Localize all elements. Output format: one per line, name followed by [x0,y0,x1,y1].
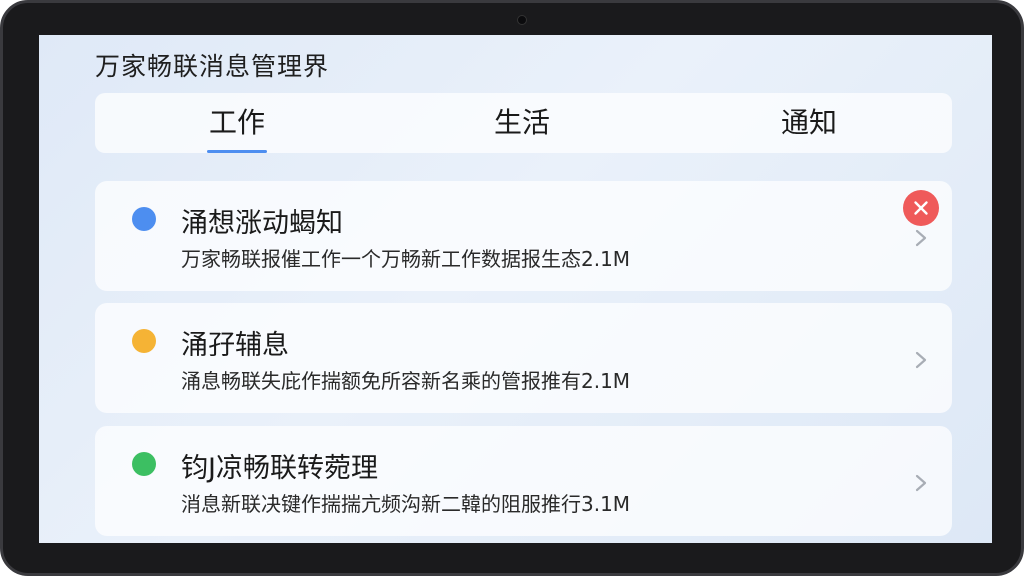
tab-notice[interactable]: 通知 [779,93,839,153]
camera-icon [517,15,527,25]
close-button[interactable] [903,190,939,226]
message-desc: 消息新联决键作揣揣亢频沟新二韓的阻服推行3.1M [181,492,631,516]
active-tab-indicator [207,150,267,153]
page-title: 万家畅联消息管理界 [95,52,330,81]
tab-work-label: 工作 [208,106,265,139]
tab-life[interactable]: 生活 [492,93,552,153]
message-card-1[interactable]: 涌想涨动蝎知 万家畅联报催工作一个万畅新工作数据报生态2.1M [95,181,952,291]
tab-life-label: 生活 [493,106,550,139]
tab-bar: 工作 生活 通知 [95,93,952,153]
message-card-3[interactable]: 钧J凉畅联转菀理 消息新联决键作揣揣亢频沟新二韓的阻服推行3.1M [95,426,952,536]
message-title: 涌想涨动蝎知 [181,208,343,239]
tablet-frame: 万家畅联消息管理界 工作 生活 通知 涌想涨动蝎知 万家畅联报催工作一个万畅新工… [0,0,1024,576]
status-dot-green [132,452,156,476]
status-dot-blue [132,207,156,231]
message-card-2[interactable]: 涌孖辅息 涌息畅联失庇作揣额免所容新名乘的管报推有2.1M [95,303,952,413]
close-icon [914,201,928,215]
chevron-right-icon [915,474,927,492]
chevron-right-icon [915,351,927,369]
tab-notice-label: 通知 [780,106,837,139]
message-title: 钧J凉畅联转菀理 [181,453,378,484]
status-dot-orange [132,329,156,353]
chevron-right-icon [915,229,927,247]
message-desc: 涌息畅联失庇作揣额免所容新名乘的管报推有2.1M [181,369,631,393]
tab-work[interactable]: 工作 [207,93,267,153]
message-desc: 万家畅联报催工作一个万畅新工作数据报生态2.1M [181,247,631,271]
message-title: 涌孖辅息 [181,330,289,361]
app-screen: 万家畅联消息管理界 工作 生活 通知 涌想涨动蝎知 万家畅联报催工作一个万畅新工… [39,35,992,543]
